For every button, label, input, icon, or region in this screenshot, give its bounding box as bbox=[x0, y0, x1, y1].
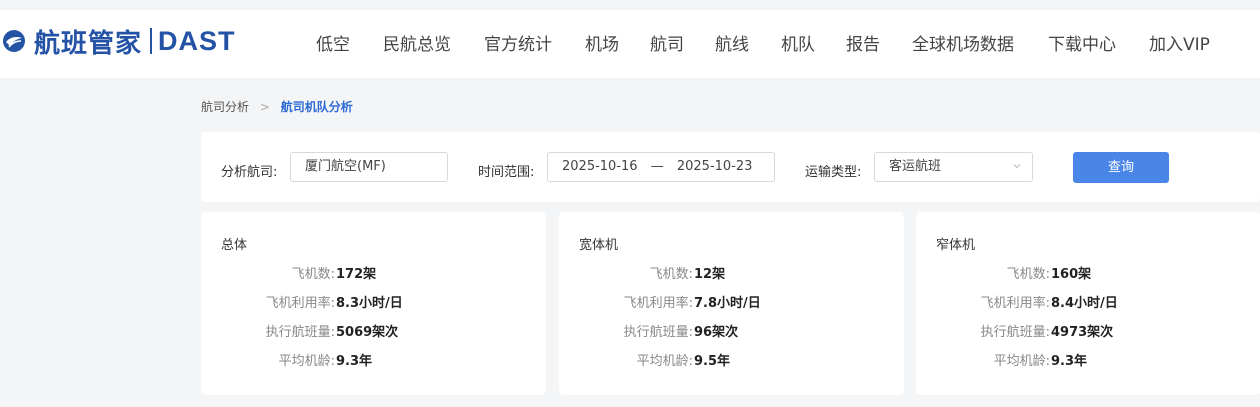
stat-row-aircraft-count: 飞机数: 12架 bbox=[559, 263, 904, 283]
stat-row-utilization: 飞机利用率: 8.3小时/日 bbox=[201, 292, 546, 312]
stat-row-average-age: 平均机龄: 9.5年 bbox=[559, 350, 904, 370]
nav-item-airlines[interactable]: 航司 bbox=[650, 30, 684, 55]
breadcrumb: 航司分析 > 航司机队分析 bbox=[201, 98, 353, 115]
stat-row-average-age: 平均机龄: 9.3年 bbox=[916, 350, 1260, 370]
nav-item-official-statistics[interactable]: 官方统计 bbox=[484, 30, 552, 55]
breadcrumb-separator-icon: > bbox=[259, 100, 270, 114]
stat-value: 96架次 bbox=[694, 325, 739, 340]
card-title: 窄体机 bbox=[936, 238, 976, 253]
card-title: 总体 bbox=[221, 238, 248, 253]
stat-label: 平均机龄: bbox=[636, 354, 693, 369]
stat-value: 160架 bbox=[1051, 267, 1092, 282]
nav-item-global-airport-data[interactable]: 全球机场数据 bbox=[912, 30, 1014, 55]
stat-value: 8.3小时/日 bbox=[336, 296, 403, 311]
breadcrumb-current: 航司机队分析 bbox=[280, 100, 353, 114]
stat-label: 飞机利用率: bbox=[980, 296, 1050, 311]
stat-card-narrowbody: 窄体机 飞机数: 160架 飞机利用率: 8.4小时/日 执行航班量: 4973… bbox=[916, 212, 1260, 395]
stat-label: 飞机数: bbox=[1006, 267, 1050, 282]
query-button[interactable]: 查询 bbox=[1073, 152, 1169, 183]
stat-card-widebody: 宽体机 飞机数: 12架 飞机利用率: 7.8小时/日 执行航班量: 96架次 … bbox=[559, 212, 904, 395]
airline-input-value: 厦门航空(MF) bbox=[305, 159, 386, 174]
nav-item-reports[interactable]: 报告 bbox=[846, 30, 880, 55]
stat-value: 7.8小时/日 bbox=[694, 296, 761, 311]
stat-label: 飞机利用率: bbox=[265, 296, 335, 311]
stat-label: 飞机利用率: bbox=[623, 296, 693, 311]
stat-label: 执行航班量: bbox=[623, 325, 693, 340]
stat-card-overall: 总体 飞机数: 172架 飞机利用率: 8.3小时/日 执行航班量: 5069架… bbox=[201, 212, 546, 395]
stat-value: 172架 bbox=[336, 267, 377, 282]
transport-type-value: 客运航班 bbox=[889, 159, 942, 174]
date-separator: — bbox=[650, 159, 664, 174]
stat-label: 平均机龄: bbox=[278, 354, 335, 369]
nav-item-civil-aviation-overview[interactable]: 民航总览 bbox=[383, 30, 451, 55]
date-range-picker[interactable]: 2025-10-16 — 2025-10-23 bbox=[547, 152, 775, 182]
nav-item-airports[interactable]: 机场 bbox=[585, 30, 619, 55]
card-title: 宽体机 bbox=[579, 238, 619, 253]
stat-row-utilization: 飞机利用率: 8.4小时/日 bbox=[916, 292, 1260, 312]
stat-row-average-age: 平均机龄: 9.3年 bbox=[201, 350, 546, 370]
stat-label: 平均机龄: bbox=[993, 354, 1050, 369]
stat-value: 5069架次 bbox=[336, 325, 399, 340]
stat-row-flights: 执行航班量: 5069架次 bbox=[201, 321, 546, 341]
airline-input[interactable]: 厦门航空(MF) bbox=[290, 152, 448, 182]
stat-value: 9.3年 bbox=[1051, 354, 1088, 369]
nav-item-download-center[interactable]: 下载中心 bbox=[1048, 30, 1116, 55]
stat-value: 8.4小时/日 bbox=[1051, 296, 1118, 311]
transport-type-select[interactable]: 客运航班 bbox=[874, 152, 1033, 182]
airline-label: 分析航司: bbox=[221, 165, 278, 180]
stat-label: 执行航班量: bbox=[265, 325, 335, 340]
stat-row-flights: 执行航班量: 4973架次 bbox=[916, 321, 1260, 341]
stat-row-aircraft-count: 飞机数: 160架 bbox=[916, 263, 1260, 283]
nav-item-join-vip[interactable]: 加入VIP bbox=[1149, 30, 1210, 55]
stat-label: 飞机数: bbox=[291, 267, 335, 282]
top-navbar: 航班管家 DAST 低空 民航总览 官方统计 机场 航司 航线 机队 报告 全球… bbox=[0, 10, 1260, 78]
nav-item-fleet[interactable]: 机队 bbox=[781, 30, 815, 55]
stat-row-flights: 执行航班量: 96架次 bbox=[559, 321, 904, 341]
date-end: 2025-10-23 bbox=[676, 159, 753, 174]
stat-row-utilization: 飞机利用率: 7.8小时/日 bbox=[559, 292, 904, 312]
stat-row-aircraft-count: 飞机数: 172架 bbox=[201, 263, 546, 283]
filter-panel: 分析航司: 厦门航空(MF) 时间范围: 2025-10-16 — 2025-1… bbox=[201, 132, 1260, 202]
chevron-down-icon bbox=[1013, 164, 1021, 169]
date-start: 2025-10-16 bbox=[562, 159, 638, 174]
breadcrumb-parent[interactable]: 航司分析 bbox=[201, 100, 249, 114]
stat-label: 飞机数: bbox=[649, 267, 693, 282]
transport-type-label: 运输类型: bbox=[805, 165, 862, 180]
stat-value: 9.5年 bbox=[694, 354, 731, 369]
main-nav: 低空 民航总览 官方统计 机场 航司 航线 机队 报告 全球机场数据 下载中心 … bbox=[0, 10, 1260, 78]
date-range-label: 时间范围: bbox=[478, 165, 535, 180]
nav-item-low-altitude[interactable]: 低空 bbox=[316, 30, 350, 55]
stat-value: 12架 bbox=[694, 267, 726, 282]
stat-label: 执行航班量: bbox=[980, 325, 1050, 340]
nav-item-routes[interactable]: 航线 bbox=[715, 30, 749, 55]
stat-value: 4973架次 bbox=[1051, 325, 1114, 340]
stat-value: 9.3年 bbox=[336, 354, 373, 369]
